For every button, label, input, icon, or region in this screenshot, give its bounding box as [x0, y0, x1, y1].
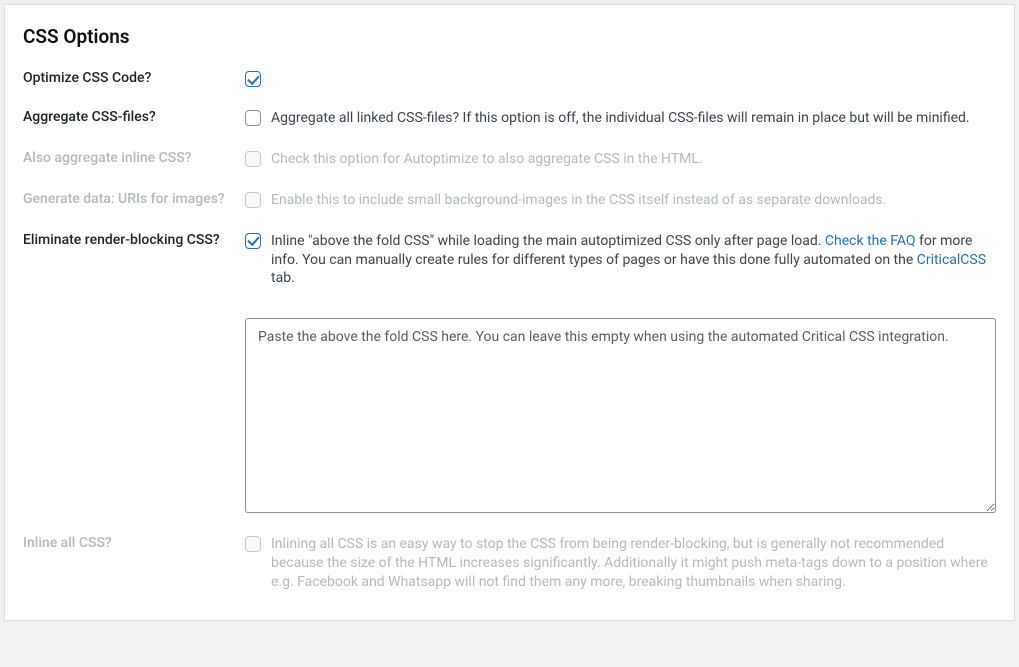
link-criticalcss[interactable]: CriticalCSS	[917, 252, 986, 268]
label-inline-all: Inline all CSS?	[23, 535, 245, 551]
row-eliminate-render-blocking: Eliminate render-blocking CSS? Inline "a…	[23, 232, 996, 514]
desc-eliminate-part1: Inline "above the fold CSS" while loadin…	[271, 233, 825, 249]
row-inline-all: Inline all CSS? Inlining all CSS is an e…	[23, 535, 996, 592]
checkbox-inline-all	[245, 536, 261, 552]
body-optimize-css	[245, 70, 996, 87]
desc-eliminate-part3: tab.	[271, 270, 295, 286]
css-options-panel: CSS Options Optimize CSS Code? Aggregate…	[4, 4, 1015, 621]
row-optimize-css: Optimize CSS Code?	[23, 70, 996, 87]
eliminate-first-line: Inline "above the fold CSS" while loadin…	[245, 232, 996, 289]
label-eliminate-render-blocking: Eliminate render-blocking CSS?	[23, 232, 245, 248]
link-check-faq[interactable]: Check the FAQ	[825, 233, 916, 249]
body-eliminate-render-blocking: Inline "above the fold CSS" while loadin…	[245, 232, 996, 514]
panel-title: CSS Options	[23, 25, 996, 48]
body-inline-all: Inlining all CSS is an easy way to stop …	[245, 535, 996, 592]
textarea-critical-css[interactable]	[245, 318, 996, 513]
row-inline-aggregate: Also aggregate inline CSS? Check this op…	[23, 150, 996, 169]
checkbox-inline-aggregate	[245, 151, 261, 167]
desc-data-uris: Enable this to include small background-…	[271, 191, 886, 210]
checkbox-optimize-css[interactable]	[245, 71, 261, 87]
checkbox-eliminate-render-blocking[interactable]	[245, 233, 261, 249]
checkbox-aggregate-css[interactable]	[245, 110, 261, 126]
body-aggregate-css: Aggregate all linked CSS-files? If this …	[245, 109, 996, 128]
desc-inline-aggregate: Check this option for Autoptimize to als…	[271, 150, 703, 169]
body-data-uris: Enable this to include small background-…	[245, 191, 996, 210]
label-aggregate-css: Aggregate CSS-files?	[23, 109, 245, 125]
desc-inline-all: Inlining all CSS is an easy way to stop …	[271, 535, 996, 592]
label-inline-aggregate: Also aggregate inline CSS?	[23, 150, 245, 166]
label-data-uris: Generate data: URIs for images?	[23, 191, 245, 207]
body-inline-aggregate: Check this option for Autoptimize to als…	[245, 150, 996, 169]
desc-eliminate-render-blocking: Inline "above the fold CSS" while loadin…	[271, 232, 996, 289]
label-optimize-css: Optimize CSS Code?	[23, 70, 245, 86]
checkbox-data-uris	[245, 192, 261, 208]
desc-aggregate-css: Aggregate all linked CSS-files? If this …	[271, 109, 970, 128]
row-aggregate-css: Aggregate CSS-files? Aggregate all linke…	[23, 109, 996, 128]
row-data-uris: Generate data: URIs for images? Enable t…	[23, 191, 996, 210]
